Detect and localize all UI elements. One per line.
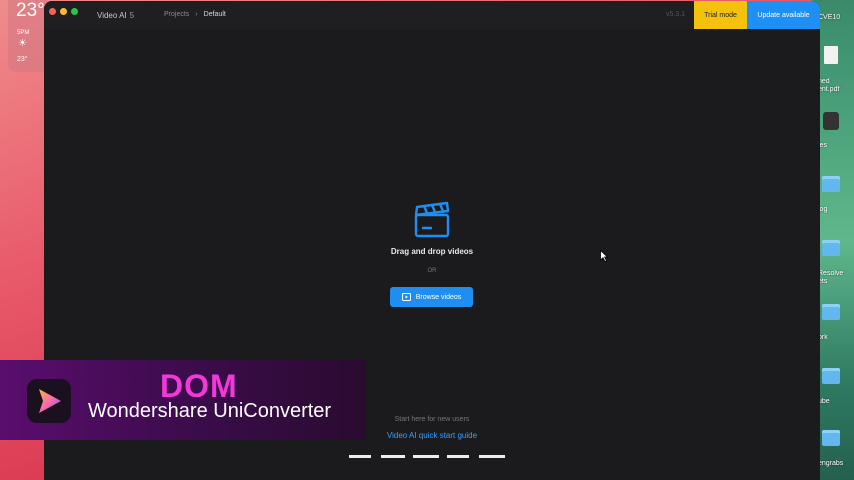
browse-videos-button[interactable]: Browse videos [390,287,473,307]
drag-drop-heading: Drag and drop videos [390,247,474,256]
folder-icon [822,368,840,384]
update-available-button[interactable]: Update available [747,1,820,29]
desktop-item-folder[interactable]: log [818,176,852,214]
chevron-right-icon: › [195,11,198,18]
document-icon [824,46,838,64]
app-version: 5 [129,11,135,20]
desktop-item-folder[interactable]: engrabs [818,430,852,468]
breadcrumb: Projects › Default [164,11,226,18]
desktop-item-label: ies [818,142,827,149]
desktop-item[interactable]: CVE10 [818,14,852,22]
folder-icon [822,176,840,192]
play-folder-icon [401,293,411,301]
version-tag: v5.3.1 [666,11,686,18]
desktop-item-label: ets [818,278,828,285]
weather-time: 5PM [17,30,30,36]
movie-icon [823,112,839,130]
desktop-item-label: ned [818,78,830,85]
desktop-item-movies[interactable]: ies [818,112,852,150]
desktop-item-folder[interactable]: ube [818,368,852,406]
minimize-window-button[interactable] [60,8,67,15]
desktop-item-label: log [818,206,828,213]
desktop-item-label: engrabs [818,460,844,467]
desktop-item-label: ube [818,398,830,405]
uniconverter-logo-icon [39,389,61,413]
zoom-window-button[interactable] [71,8,78,15]
folder-icon [822,430,840,446]
folder-icon [822,240,840,256]
desktop-item-label: ent.pdf [818,86,840,93]
desktop-item-label: ork [818,334,828,341]
breadcrumb-current: Default [203,11,226,18]
desktop-item-folder[interactable]: Resolve ets [818,240,852,286]
app-title: Video AI 5 [97,11,134,20]
mouse-cursor-icon [600,250,608,262]
trial-mode-button[interactable]: Trial mode [694,1,747,29]
banner-subtitle: Wondershare UniConverter [88,400,332,422]
browse-videos-label: Browse videos [415,293,462,301]
close-window-button[interactable] [49,8,56,15]
or-divider: OR [427,268,437,274]
folder-icon [822,304,840,320]
clapperboard-icon [414,201,450,238]
desktop-item-label: CVE10 [818,14,841,21]
weather-widget[interactable]: 23° 5PM ☀ 23° [8,0,48,72]
promo-banner: DOM Wondershare UniConverter [0,360,366,440]
uniconverter-logo [27,379,71,423]
decorative-text-fragment [349,455,505,458]
title-bar[interactable]: Video AI 5 Projects › Default v5.3.1 Trial … [44,1,820,29]
sun-icon: ☀ [18,38,27,49]
desktop-item-label: Resolve [818,270,844,277]
app-name: Video AI [97,11,127,20]
breadcrumb-projects[interactable]: Projects [164,11,189,18]
desktop-item-document[interactable]: ned ent.pdf [818,46,852,94]
weather-temperature: 23° [16,0,45,21]
desktop-item-folder[interactable]: ork [818,304,852,342]
weather-low: 23° [17,56,28,63]
